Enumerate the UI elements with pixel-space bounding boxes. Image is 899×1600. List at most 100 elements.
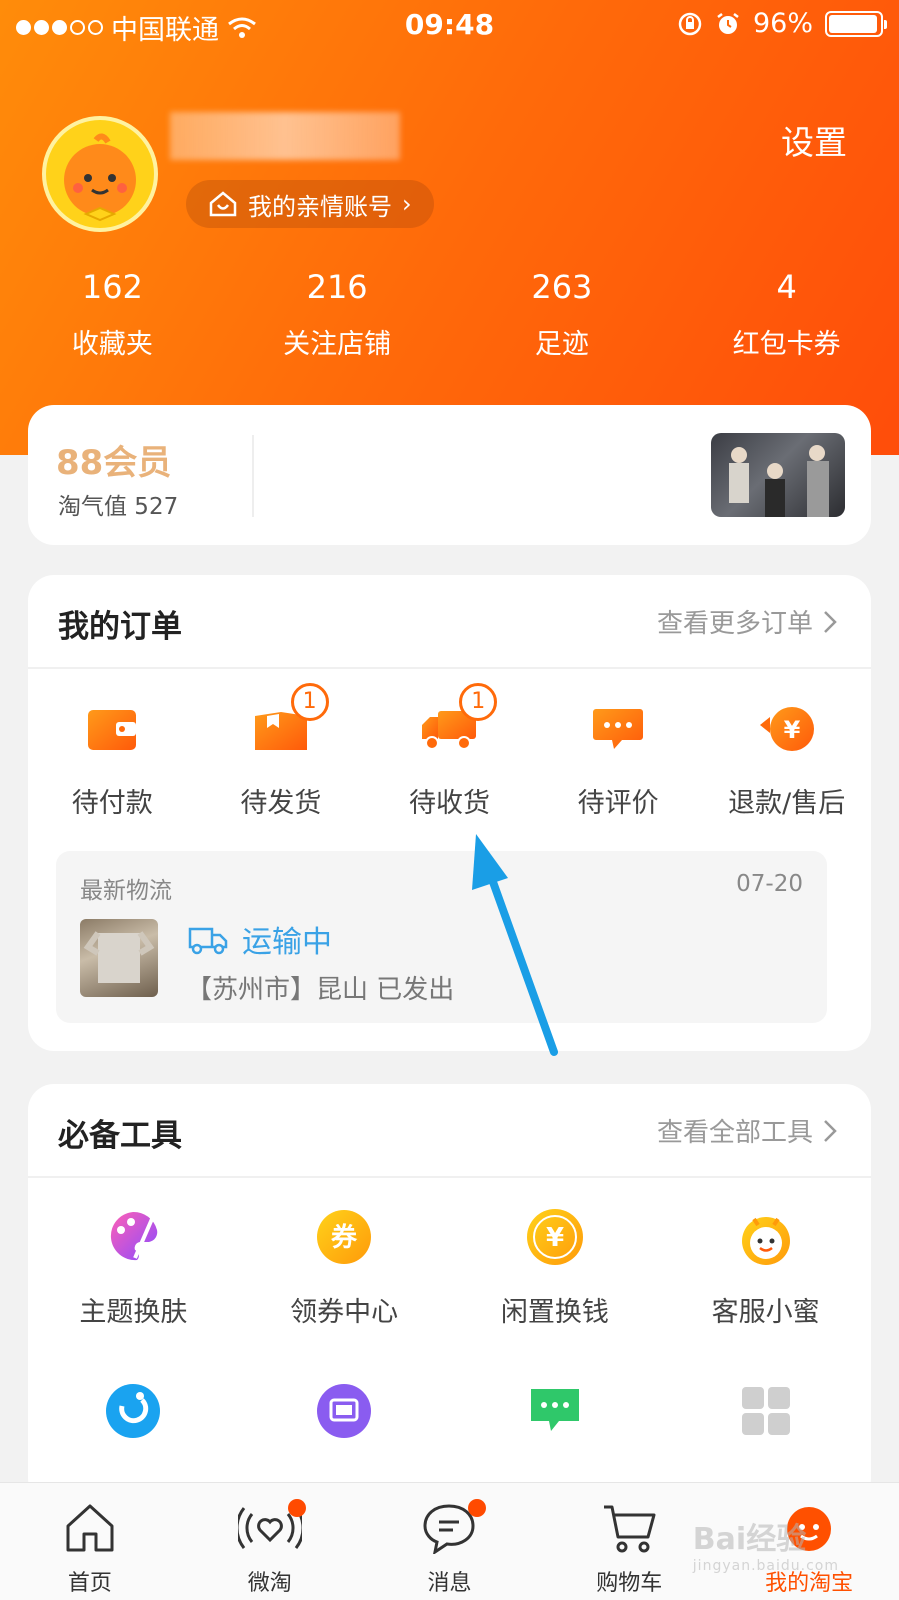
divider bbox=[252, 435, 254, 517]
order-count-badge: 1 bbox=[459, 683, 498, 721]
order-status-label: 待收货 bbox=[408, 788, 490, 819]
product-thumbnail bbox=[80, 919, 158, 997]
battery-percent: 96% bbox=[752, 8, 813, 39]
comment-icon bbox=[593, 709, 644, 749]
watermark: Bai经验 jingyan.baidu.com bbox=[693, 1514, 839, 1574]
order-count-badge: 1 bbox=[290, 683, 329, 721]
avatar-mascot-icon bbox=[64, 133, 136, 222]
logistics-status: 运输中 bbox=[186, 917, 332, 961]
logistics-title: 最新物流 bbox=[80, 878, 172, 904]
palette-icon bbox=[111, 1211, 158, 1261]
order-status-row: 待付款 1 待发货 1 待收货 待评价 ¥ 退款/售后 bbox=[28, 683, 871, 820]
order-pending-receipt[interactable]: 1 待收货 bbox=[365, 683, 534, 820]
tools-title: 必备工具 bbox=[58, 1118, 182, 1154]
delivery-van-icon bbox=[188, 927, 228, 955]
coupon-icon: 券 bbox=[317, 1210, 372, 1264]
logistics-date: 07-20 bbox=[736, 871, 803, 897]
stat-label: 红包卡券 bbox=[732, 329, 841, 360]
watermark-brand: Bai经验 bbox=[692, 1522, 807, 1557]
order-status-label: 退款/售后 bbox=[728, 788, 846, 819]
status-bar: 中国联通 09:48 96% bbox=[0, 0, 899, 48]
alipay-icon bbox=[106, 1384, 161, 1438]
tab-messages[interactable]: 消息 bbox=[360, 1483, 540, 1600]
logistics-detail: 【苏州市】昆山 已发出 bbox=[186, 975, 455, 1005]
tab-label: 消息 bbox=[427, 1571, 472, 1596]
profile-header-background bbox=[0, 0, 899, 455]
alarm-icon bbox=[717, 12, 739, 34]
stat-followed-stores[interactable]: 216 关注店铺 bbox=[225, 268, 450, 361]
view-all-orders-link[interactable]: 查看更多订单 bbox=[657, 603, 837, 640]
tools-card: 必备工具 查看全部工具 主题换肤 券 领券中心 ¥ 闲置换钱 客服小蜜 bbox=[28, 1084, 871, 1504]
stat-count: 4 bbox=[776, 268, 797, 306]
tool-coupon-center[interactable]: 券 领券中心 bbox=[239, 1206, 450, 1330]
tab-weitao[interactable]: 微淘 bbox=[180, 1483, 360, 1600]
status-right: 96% bbox=[677, 8, 887, 39]
view-all-orders-label: 查看更多订单 bbox=[656, 609, 813, 639]
view-all-tools-label: 查看全部工具 bbox=[656, 1118, 813, 1148]
chevron-right-icon bbox=[824, 610, 837, 633]
svg-text:券: 券 bbox=[331, 1223, 358, 1253]
view-all-tools-link[interactable]: 查看全部工具 bbox=[657, 1112, 837, 1149]
chevron-right-icon: › bbox=[402, 190, 412, 218]
divider bbox=[28, 1176, 871, 1178]
order-refund[interactable]: ¥ 退款/售后 bbox=[702, 697, 871, 820]
order-pending-shipment[interactable]: 1 待发货 bbox=[197, 683, 366, 820]
stat-label: 关注店铺 bbox=[283, 329, 392, 360]
notification-dot bbox=[467, 1499, 486, 1517]
order-pending-review[interactable]: 待评价 bbox=[534, 697, 703, 820]
divider bbox=[28, 667, 871, 669]
stat-count: 162 bbox=[81, 268, 143, 306]
orders-card: 我的订单 查看更多订单 待付款 1 待发货 1 待收货 待评价 ¥ 退款/售后 … bbox=[28, 575, 871, 1051]
vip-title: 88会员 bbox=[56, 443, 172, 483]
family-home-icon bbox=[209, 191, 237, 217]
tool-idle-exchange[interactable]: ¥ 闲置换钱 bbox=[450, 1206, 661, 1330]
family-account-button[interactable]: 我的亲情账号 › bbox=[186, 180, 434, 228]
tool-label: 闲置换钱 bbox=[500, 1297, 609, 1328]
order-pending-payment[interactable]: 待付款 bbox=[28, 697, 197, 820]
assistant-icon bbox=[741, 1217, 790, 1265]
yuan-coin-icon: ¥ bbox=[526, 1209, 583, 1265]
vip-promo-banner[interactable] bbox=[711, 433, 845, 517]
latest-logistics-panel[interactable]: 最新物流 07-20 运输中 【苏州市】昆山 已发出 bbox=[56, 851, 827, 1023]
svg-text:¥: ¥ bbox=[783, 716, 800, 744]
order-status-label: 待发货 bbox=[240, 788, 322, 819]
tool-label: 客服小蜜 bbox=[711, 1297, 820, 1328]
grid-icon bbox=[741, 1387, 790, 1435]
tool-label: 领券中心 bbox=[290, 1297, 399, 1328]
chat-bubble-icon bbox=[530, 1389, 579, 1431]
logistics-status-label: 运输中 bbox=[242, 925, 332, 960]
battery-icon bbox=[825, 10, 887, 37]
family-account-label: 我的亲情账号 bbox=[248, 192, 392, 221]
tab-label: 首页 bbox=[67, 1571, 112, 1596]
order-status-label: 待付款 bbox=[71, 788, 153, 819]
avatar[interactable] bbox=[42, 116, 158, 232]
tab-label: 微淘 bbox=[247, 1571, 292, 1596]
tab-home[interactable]: 首页 bbox=[0, 1483, 180, 1600]
svg-text:¥: ¥ bbox=[546, 1223, 564, 1253]
settings-button[interactable]: 设置 bbox=[781, 116, 847, 164]
tool-customer-service[interactable]: 客服小蜜 bbox=[660, 1206, 871, 1330]
stat-favorites[interactable]: 162 收藏夹 bbox=[0, 268, 225, 361]
tool-grid: 主题换肤 券 领券中心 ¥ 闲置换钱 客服小蜜 bbox=[28, 1206, 871, 1504]
battery-level bbox=[829, 14, 877, 33]
notification-dot bbox=[287, 1499, 306, 1517]
username-redacted bbox=[170, 112, 400, 160]
stat-count: 263 bbox=[531, 268, 593, 306]
tool-theme-skin[interactable]: 主题换肤 bbox=[28, 1206, 239, 1330]
refund-icon: ¥ bbox=[759, 707, 814, 751]
watermark-site: jingyan.baidu.com bbox=[692, 1558, 839, 1574]
stat-label: 足迹 bbox=[534, 329, 589, 360]
wallet-icon bbox=[88, 710, 137, 750]
vip-score: 淘气值 527 bbox=[58, 494, 179, 520]
tool-label: 主题换肤 bbox=[79, 1297, 188, 1328]
screen-icon bbox=[317, 1384, 372, 1438]
order-status-label: 待评价 bbox=[577, 788, 659, 819]
vip-card[interactable]: 88会员 淘气值 527 bbox=[28, 405, 871, 545]
rotation-lock-icon bbox=[678, 12, 702, 35]
chevron-right-icon bbox=[824, 1119, 837, 1142]
orders-title: 我的订单 bbox=[58, 609, 182, 645]
stat-coupons[interactable]: 4 红包卡券 bbox=[674, 268, 899, 361]
stats-row: 162 收藏夹 216 关注店铺 263 足迹 4 红包卡券 bbox=[0, 268, 899, 361]
home-icon bbox=[66, 1504, 114, 1552]
stat-footprints[interactable]: 263 足迹 bbox=[450, 268, 675, 361]
